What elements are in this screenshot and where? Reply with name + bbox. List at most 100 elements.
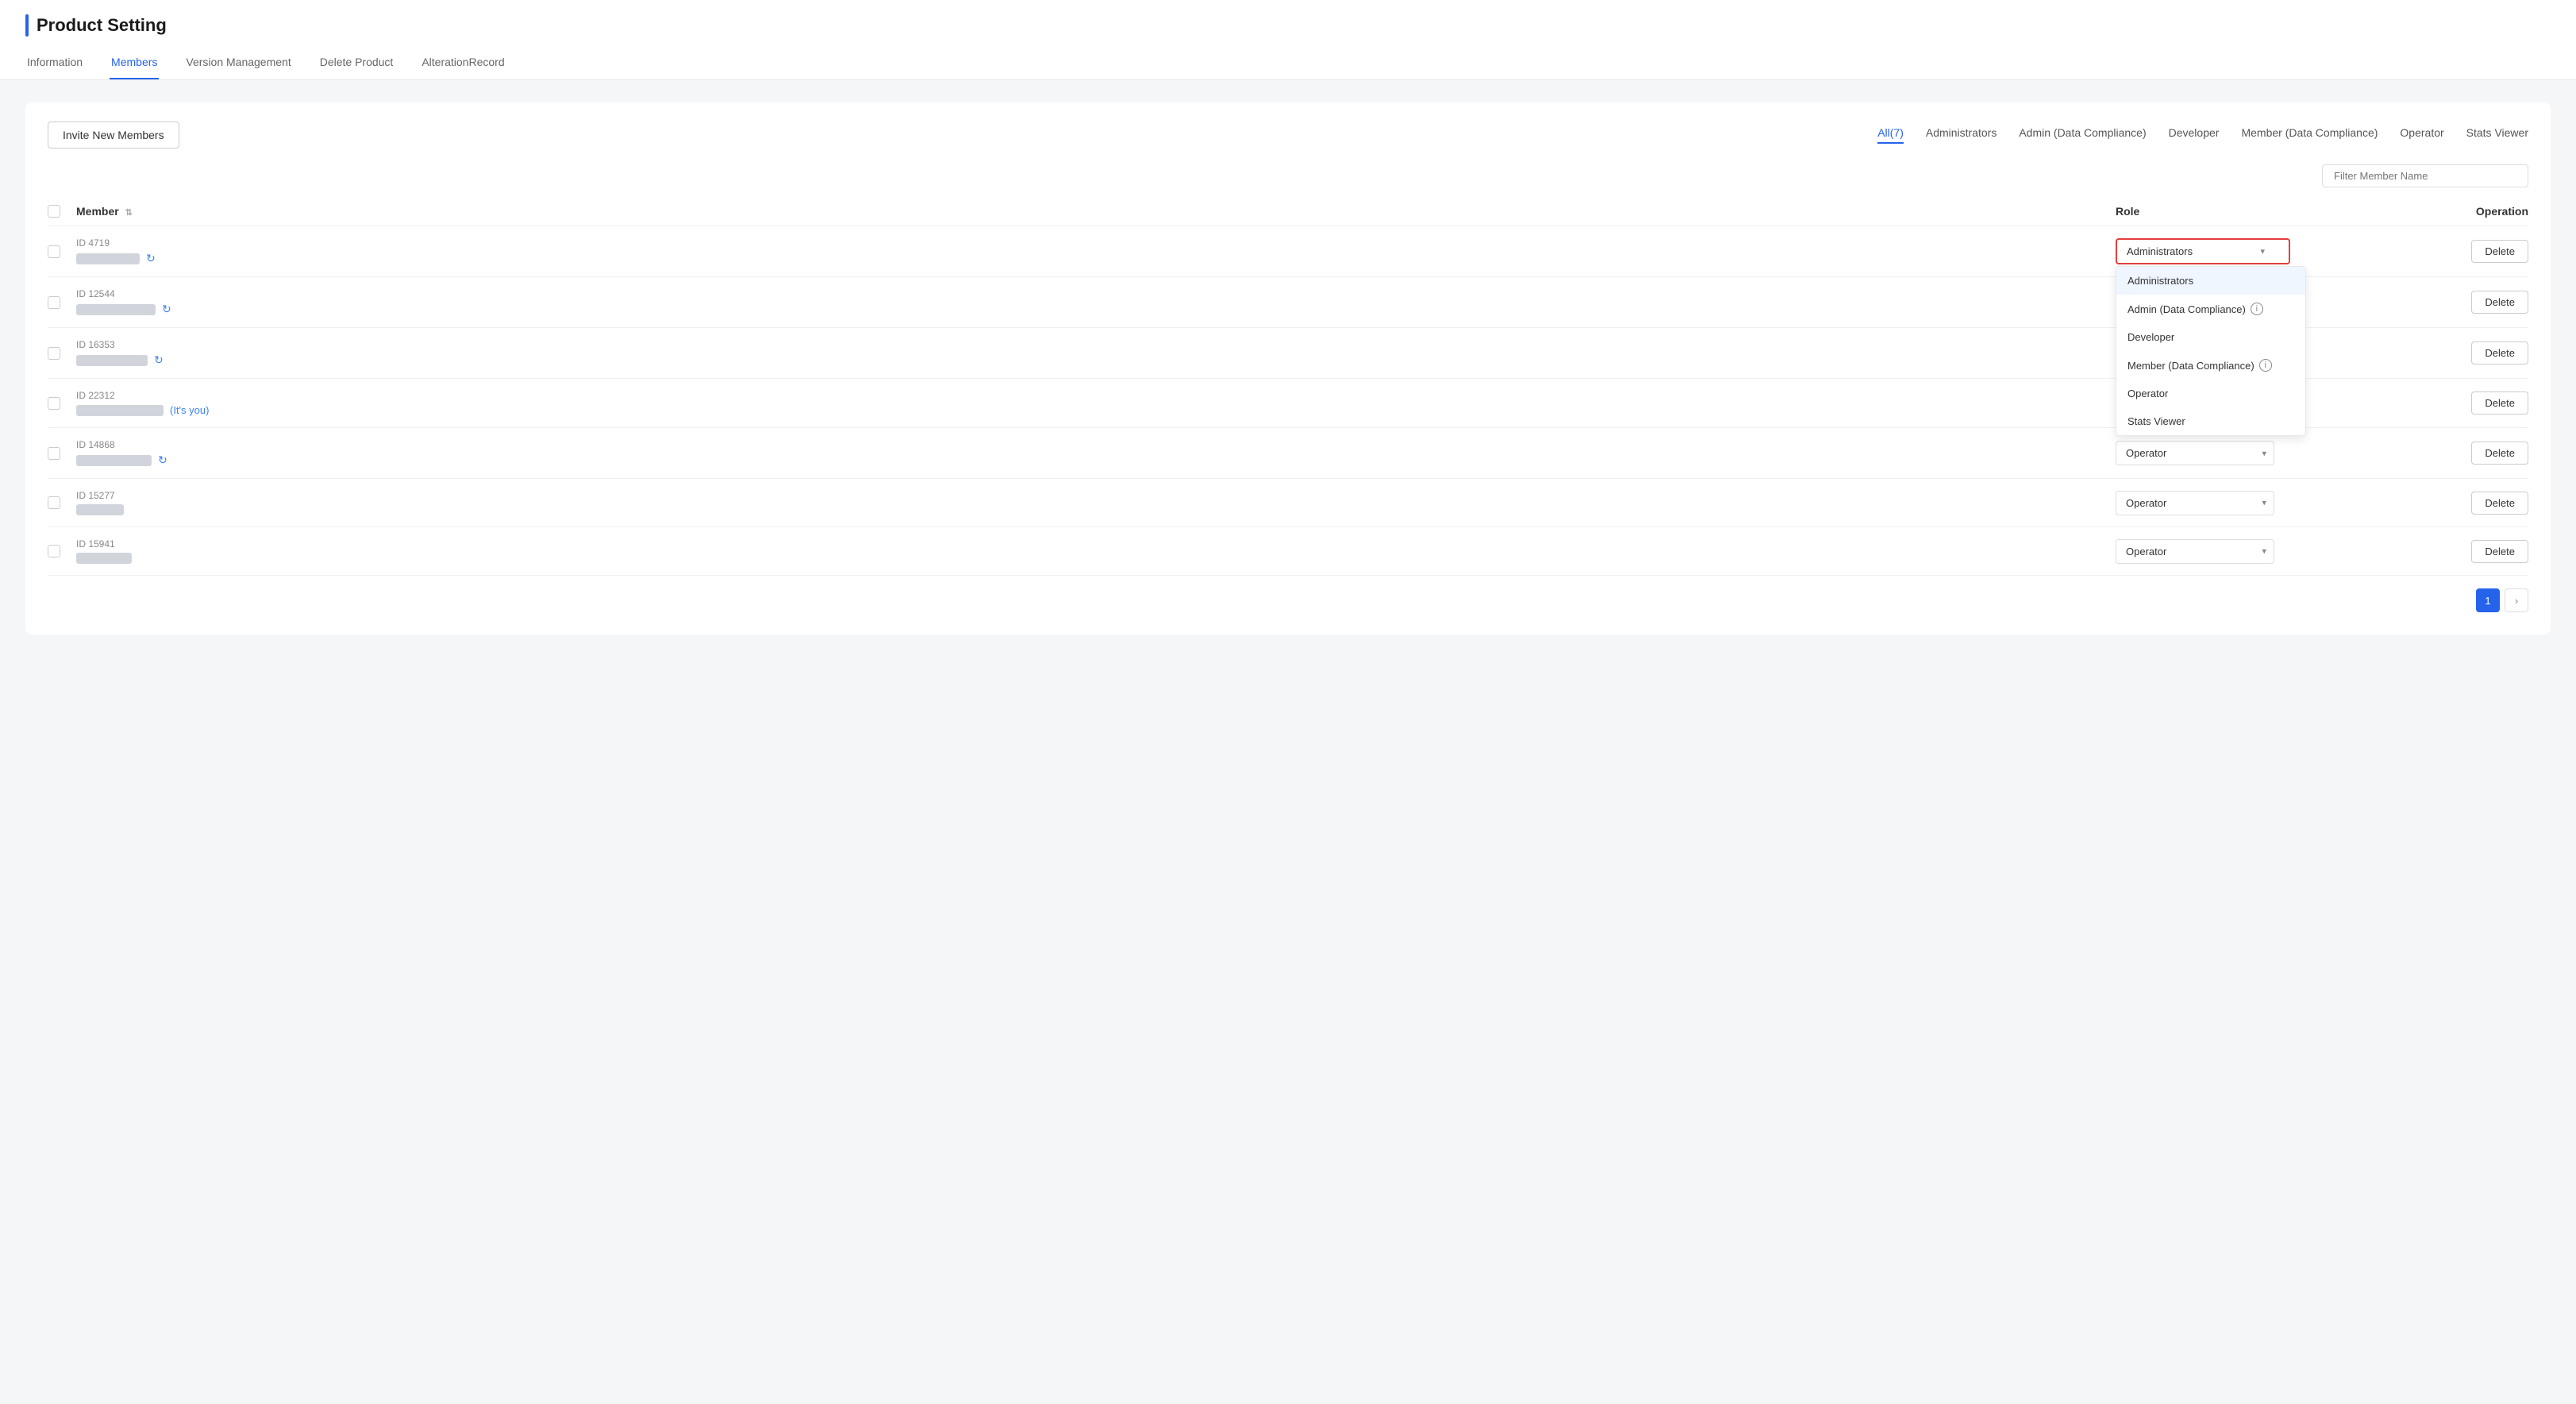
operation-col-2: Delete: [2370, 341, 2528, 364]
row-checkbox-4[interactable]: [48, 447, 60, 460]
dropdown-wrapper-5: Operator▾: [2116, 491, 2274, 515]
dropdown-menu-0: AdministratorsAdmin (Data Compliance)iDe…: [2116, 266, 2306, 436]
dropdown-select-5[interactable]: Operator: [2116, 491, 2274, 515]
nav-tab-delete-product[interactable]: Delete Product: [318, 49, 395, 79]
role-tabs: All(7) Administrators Admin (Data Complian…: [1877, 126, 2528, 144]
refresh-icon-2[interactable]: ↻: [154, 353, 164, 367]
member-id-5: ID 15277: [76, 490, 2116, 501]
member-name-blurred-5: [76, 504, 124, 515]
member-name-row-3: (It's you): [76, 404, 2116, 416]
refresh-icon-1[interactable]: ↻: [162, 303, 171, 316]
role-dropdown-6[interactable]: Operator▾: [2116, 539, 2370, 564]
info-icon-admin-data-compliance[interactable]: i: [2251, 303, 2263, 315]
page-1-button[interactable]: 1: [2476, 588, 2500, 612]
role-tab-administrators[interactable]: Administrators: [1926, 126, 1996, 144]
member-id-6: ID 15941: [76, 538, 2116, 550]
dropdown-wrapper-4: Operator▾: [2116, 441, 2274, 465]
operation-col-3: Delete: [2370, 392, 2528, 415]
role-dropdown-4[interactable]: Operator▾: [2116, 441, 2370, 465]
delete-button-2[interactable]: Delete: [2471, 341, 2528, 364]
member-name-row-6: [76, 553, 2116, 564]
operation-col-6: Delete: [2370, 540, 2528, 563]
member-name-blurred-1: [76, 304, 156, 315]
role-tab-stats-viewer[interactable]: Stats Viewer: [2466, 126, 2528, 144]
member-name-blurred-4: [76, 455, 152, 466]
member-id-4: ID 14868: [76, 439, 2116, 450]
delete-button-0[interactable]: Delete: [2471, 240, 2528, 263]
member-name-blurred-2: [76, 355, 148, 366]
table-row: ID 4719↻Administrators▾AdministratorsAdm…: [48, 226, 2528, 277]
role-tab-member-data-compliance[interactable]: Member (Data Compliance): [2241, 126, 2378, 144]
filter-member-name-input[interactable]: [2322, 164, 2528, 187]
delete-button-1[interactable]: Delete: [2471, 291, 2528, 314]
delete-button-3[interactable]: Delete: [2471, 392, 2528, 415]
member-name-blurred-0: [76, 253, 140, 264]
row-checkbox-2[interactable]: [48, 347, 60, 360]
you-badge-3: (It's you): [170, 404, 209, 416]
table-header: Member ⇅ Role Operation: [48, 197, 2528, 226]
header: Product Setting Information Members Versio…: [0, 0, 2576, 80]
select-all-checkbox[interactable]: [48, 205, 60, 218]
dropdown-option-developer[interactable]: Developer: [2116, 323, 2305, 351]
info-icon-member-data-compliance[interactable]: i: [2259, 359, 2272, 372]
member-name-blurred-6: [76, 553, 132, 564]
dropdown-option-member-data-compliance[interactable]: Member (Data Compliance)i: [2116, 351, 2305, 380]
member-info-2: ID 16353 ↻: [76, 339, 2116, 367]
dropdown-wrapper-6: Operator▾: [2116, 539, 2274, 564]
member-info-5: ID 15277: [76, 490, 2116, 515]
page-container: Product Setting Information Members Versio…: [0, 0, 2576, 1404]
dropdown-container-0: Administrators▾AdministratorsAdmin (Data…: [2116, 238, 2290, 264]
role-tab-all[interactable]: All(7): [1877, 126, 1904, 144]
table-row: ID 15941Operator▾ Delete: [48, 527, 2528, 576]
role-tab-admin-data-compliance[interactable]: Admin (Data Compliance): [2019, 126, 2146, 144]
member-info-1: ID 12544 ↻: [76, 288, 2116, 316]
refresh-icon-0[interactable]: ↻: [146, 252, 156, 265]
sort-icon: ⇅: [125, 208, 133, 218]
chevron-down-icon: ▾: [2260, 246, 2265, 256]
dropdown-option-operator[interactable]: Operator: [2116, 380, 2305, 407]
operation-col-0: Delete: [2370, 240, 2528, 263]
delete-button-5[interactable]: Delete: [2471, 492, 2528, 515]
member-name-row-2: ↻: [76, 353, 2116, 367]
row-checkbox-1[interactable]: [48, 296, 60, 309]
pagination: 1 ›: [48, 576, 2528, 615]
delete-button-6[interactable]: Delete: [2471, 540, 2528, 563]
content-area: Invite New Members All(7)AdministratorsA…: [0, 80, 2576, 1404]
nav-tab-information[interactable]: Information: [25, 49, 84, 79]
nav-tabs: Information Members Version Management Dele…: [25, 49, 2551, 79]
dropdown-option-admin-data-compliance[interactable]: Admin (Data Compliance)i: [2116, 295, 2305, 323]
table-row: ID 15277Operator▾ Delete: [48, 479, 2528, 527]
nav-tab-alteration-record[interactable]: AlterationRecord: [420, 49, 506, 79]
member-id-3: ID 22312: [76, 390, 2116, 401]
dropdown-select-6[interactable]: Operator: [2116, 539, 2274, 564]
dropdown-select-4[interactable]: Operator: [2116, 441, 2274, 465]
role-tab-developer[interactable]: Developer: [2169, 126, 2220, 144]
refresh-icon-4[interactable]: ↻: [158, 453, 167, 467]
row-checkbox-6[interactable]: [48, 545, 60, 557]
table-body: ID 4719↻Administrators▾AdministratorsAdm…: [48, 226, 2528, 576]
member-id-2: ID 16353: [76, 339, 2116, 350]
operation-col-4: Delete: [2370, 442, 2528, 465]
dropdown-option-administrators[interactable]: Administrators: [2116, 267, 2305, 295]
role-dropdown-0[interactable]: Administrators▾AdministratorsAdmin (Data…: [2116, 238, 2370, 264]
nav-tab-members[interactable]: Members: [110, 49, 159, 79]
invite-new-members-button[interactable]: Invite New Members: [48, 122, 179, 148]
row-checkbox-0[interactable]: [48, 245, 60, 258]
delete-button-4[interactable]: Delete: [2471, 442, 2528, 465]
row-checkbox-3[interactable]: [48, 397, 60, 410]
member-name-blurred-3: [76, 405, 164, 416]
role-dropdown-5[interactable]: Operator▾: [2116, 491, 2370, 515]
member-name-row-0: ↻: [76, 252, 2116, 265]
operation-col-1: Delete: [2370, 291, 2528, 314]
filter-row: [48, 164, 2528, 187]
member-info-6: ID 15941: [76, 538, 2116, 564]
nav-tab-version-management[interactable]: Version Management: [184, 49, 292, 79]
dropdown-option-stats-viewer[interactable]: Stats Viewer: [2116, 407, 2305, 435]
member-id-1: ID 12544: [76, 288, 2116, 299]
row-checkbox-5[interactable]: [48, 496, 60, 509]
role-tab-operator[interactable]: Operator: [2400, 126, 2443, 144]
operation-col-5: Delete: [2370, 492, 2528, 515]
page-title-row: Product Setting: [25, 14, 2551, 37]
dropdown-trigger-0[interactable]: Administrators▾: [2116, 238, 2290, 264]
next-page-button[interactable]: ›: [2505, 588, 2528, 612]
